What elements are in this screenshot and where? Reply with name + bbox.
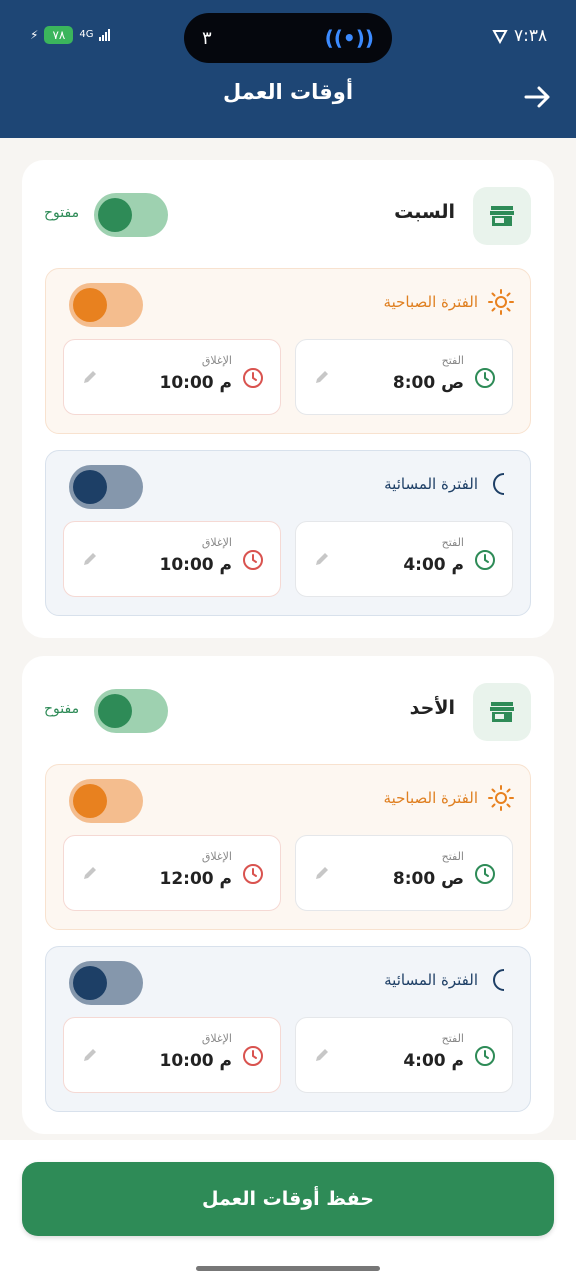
evening-toggle[interactable] — [69, 961, 143, 1005]
close-time-slot[interactable]: الإغلاق 10:00 م — [63, 521, 281, 597]
notch-counter: ٣ — [202, 27, 212, 49]
clock-icon — [475, 1046, 495, 1066]
dynamic-island: ٣ ((•)) — [184, 13, 392, 63]
slot-label: الإغلاق — [201, 354, 232, 367]
open-time-slot[interactable]: الفتح 4:00 م — [295, 1017, 513, 1093]
toggle-knob — [73, 288, 107, 322]
network-type: 4G — [79, 29, 94, 40]
open-time-slot[interactable]: الفتح 8:00 ص — [295, 835, 513, 911]
vpn-shield-icon — [492, 30, 508, 44]
day-name: السبت — [394, 201, 455, 223]
morning-period: الفترة الصباحية الفتح 8:00 ص الإغلاق 12:… — [45, 764, 531, 930]
save-hours-button[interactable]: حفظ أوقات العمل — [22, 1162, 554, 1236]
period-title: الفترة المسائية — [384, 475, 478, 493]
slot-label: الفتح — [441, 536, 464, 549]
edit-icon[interactable] — [312, 1045, 332, 1065]
store-icon — [490, 206, 514, 226]
day-card-sunday: الأحد مفتوح الفترة الصباحية الفتح 8:00 ص… — [22, 656, 554, 1134]
evening-period: الفترة المسائية الفتح 4:00 م الإغلاق 10:… — [45, 450, 531, 616]
edit-icon[interactable] — [312, 863, 332, 883]
slot-time: 12:00 م — [159, 869, 233, 889]
battery-level: ٧٨ — [44, 26, 74, 44]
period-title: الفترة الصباحية — [383, 293, 478, 311]
sun-icon — [488, 289, 514, 315]
charging-icon: ⚡ — [30, 28, 39, 42]
status-right: ٧:٣٨ — [492, 26, 547, 46]
close-time-slot[interactable]: الإغلاق 10:00 م — [63, 339, 281, 415]
store-icon-box — [473, 683, 531, 741]
evening-period: الفترة المسائية الفتح 4:00 م الإغلاق 10:… — [45, 946, 531, 1112]
clock-icon — [243, 550, 263, 570]
period-title: الفترة الصباحية — [383, 789, 478, 807]
toggle-knob — [98, 694, 132, 728]
home-indicator[interactable] — [196, 1266, 380, 1271]
toggle-knob — [73, 784, 107, 818]
clock-icon — [243, 368, 263, 388]
slot-label: الفتح — [441, 354, 464, 367]
day-status-label: مفتوح — [44, 701, 80, 717]
edit-icon[interactable] — [80, 863, 100, 883]
toggle-knob — [98, 198, 132, 232]
toggle-knob — [73, 470, 107, 504]
open-time-slot[interactable]: الفتح 8:00 ص — [295, 339, 513, 415]
slot-time: 10:00 م — [159, 555, 233, 575]
slot-time: 10:00 م — [159, 373, 233, 393]
clock-icon — [475, 864, 495, 884]
status-left: ⚡ ٧٨ 4G — [30, 26, 111, 44]
clock-icon — [243, 1046, 263, 1066]
store-icon — [490, 702, 514, 722]
evening-toggle[interactable] — [69, 465, 143, 509]
slot-time: 4:00 م — [403, 1051, 464, 1071]
page-title: أوقات العمل — [222, 80, 354, 104]
slot-label: الفتح — [441, 1032, 464, 1045]
morning-period: الفترة الصباحية الفتح 8:00 ص الإغلاق 10:… — [45, 268, 531, 434]
slot-time: 8:00 ص — [392, 373, 464, 393]
sun-icon — [488, 785, 514, 811]
open-time-slot[interactable]: الفتح 4:00 م — [295, 521, 513, 597]
broadcast-icon: ((•)) — [324, 26, 374, 50]
moon-icon — [493, 473, 505, 495]
edit-icon[interactable] — [80, 367, 100, 387]
period-title: الفترة المسائية — [384, 971, 478, 989]
moon-icon — [493, 969, 505, 991]
morning-toggle[interactable] — [69, 779, 143, 823]
back-arrow-icon[interactable] — [520, 80, 554, 114]
slot-time: 8:00 ص — [392, 869, 464, 889]
day-status-label: مفتوح — [44, 205, 80, 221]
day-card-saturday: السبت مفتوح الفترة الصباحية الفتح 8:00 ص… — [22, 160, 554, 638]
edit-icon[interactable] — [312, 549, 332, 569]
edit-icon[interactable] — [312, 367, 332, 387]
morning-toggle[interactable] — [69, 283, 143, 327]
slot-time: 10:00 م — [159, 1051, 233, 1071]
edit-icon[interactable] — [80, 1045, 100, 1065]
slot-label: الفتح — [441, 850, 464, 863]
toggle-knob — [73, 966, 107, 1000]
edit-icon[interactable] — [80, 549, 100, 569]
slot-label: الإغلاق — [201, 536, 232, 549]
slot-label: الإغلاق — [201, 850, 232, 863]
app-header: ⚡ ٧٨ 4G ٣ ((•)) ٧:٣٨ أوقات العمل — [0, 0, 576, 138]
signal-icon — [99, 29, 111, 41]
clock-time: ٧:٣٨ — [514, 26, 548, 46]
close-time-slot[interactable]: الإغلاق 10:00 م — [63, 1017, 281, 1093]
clock-icon — [475, 368, 495, 388]
close-time-slot[interactable]: الإغلاق 12:00 م — [63, 835, 281, 911]
day-open-toggle[interactable] — [94, 193, 168, 237]
clock-icon — [475, 550, 495, 570]
slot-label: الإغلاق — [201, 1032, 232, 1045]
store-icon-box — [473, 187, 531, 245]
day-open-toggle[interactable] — [94, 689, 168, 733]
day-name: الأحد — [409, 697, 455, 719]
slot-time: 4:00 م — [403, 555, 464, 575]
clock-icon — [243, 864, 263, 884]
